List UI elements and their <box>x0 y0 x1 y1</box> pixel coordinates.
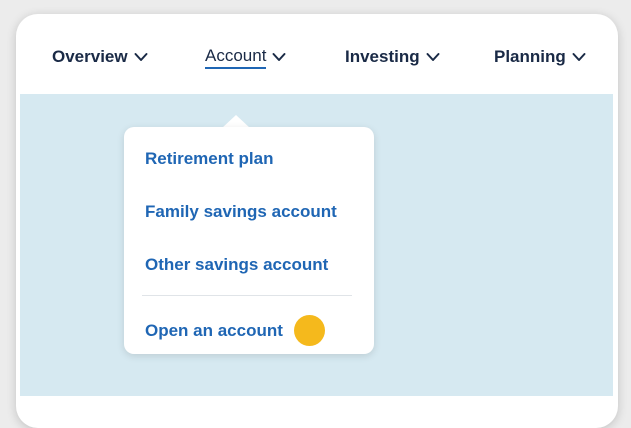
menu-item-retirement-plan[interactable]: Retirement plan <box>145 149 273 169</box>
menu-item-other-savings-account[interactable]: Other savings account <box>145 255 328 275</box>
menu-item-open-an-account[interactable]: Open an account <box>145 315 325 346</box>
highlight-dot-icon <box>293 315 325 346</box>
nav-item-overview[interactable]: Overview <box>52 44 148 70</box>
chevron-down-icon <box>426 53 440 61</box>
nav-item-label: Investing <box>345 47 420 66</box>
chevron-down-icon <box>572 53 586 61</box>
menu-divider <box>142 295 352 296</box>
top-navigation: Overview Account Investing Planning <box>16 14 618 94</box>
content-card: Overview Account Investing Planning Reti… <box>16 14 618 428</box>
nav-item-label: Planning <box>494 47 566 66</box>
menu-item-label: Open an account <box>145 320 283 340</box>
nav-item-investing[interactable]: Investing <box>345 44 440 70</box>
nav-item-label: Overview <box>52 47 128 66</box>
account-dropdown-menu: Retirement plan Family savings account O… <box>124 127 374 354</box>
chevron-down-icon <box>272 53 286 61</box>
nav-item-planning[interactable]: Planning <box>494 44 586 70</box>
nav-item-label: Account <box>205 46 267 69</box>
menu-item-family-savings-account[interactable]: Family savings account <box>145 202 337 222</box>
chevron-down-icon <box>134 53 148 61</box>
nav-item-account[interactable]: Account <box>205 44 286 70</box>
